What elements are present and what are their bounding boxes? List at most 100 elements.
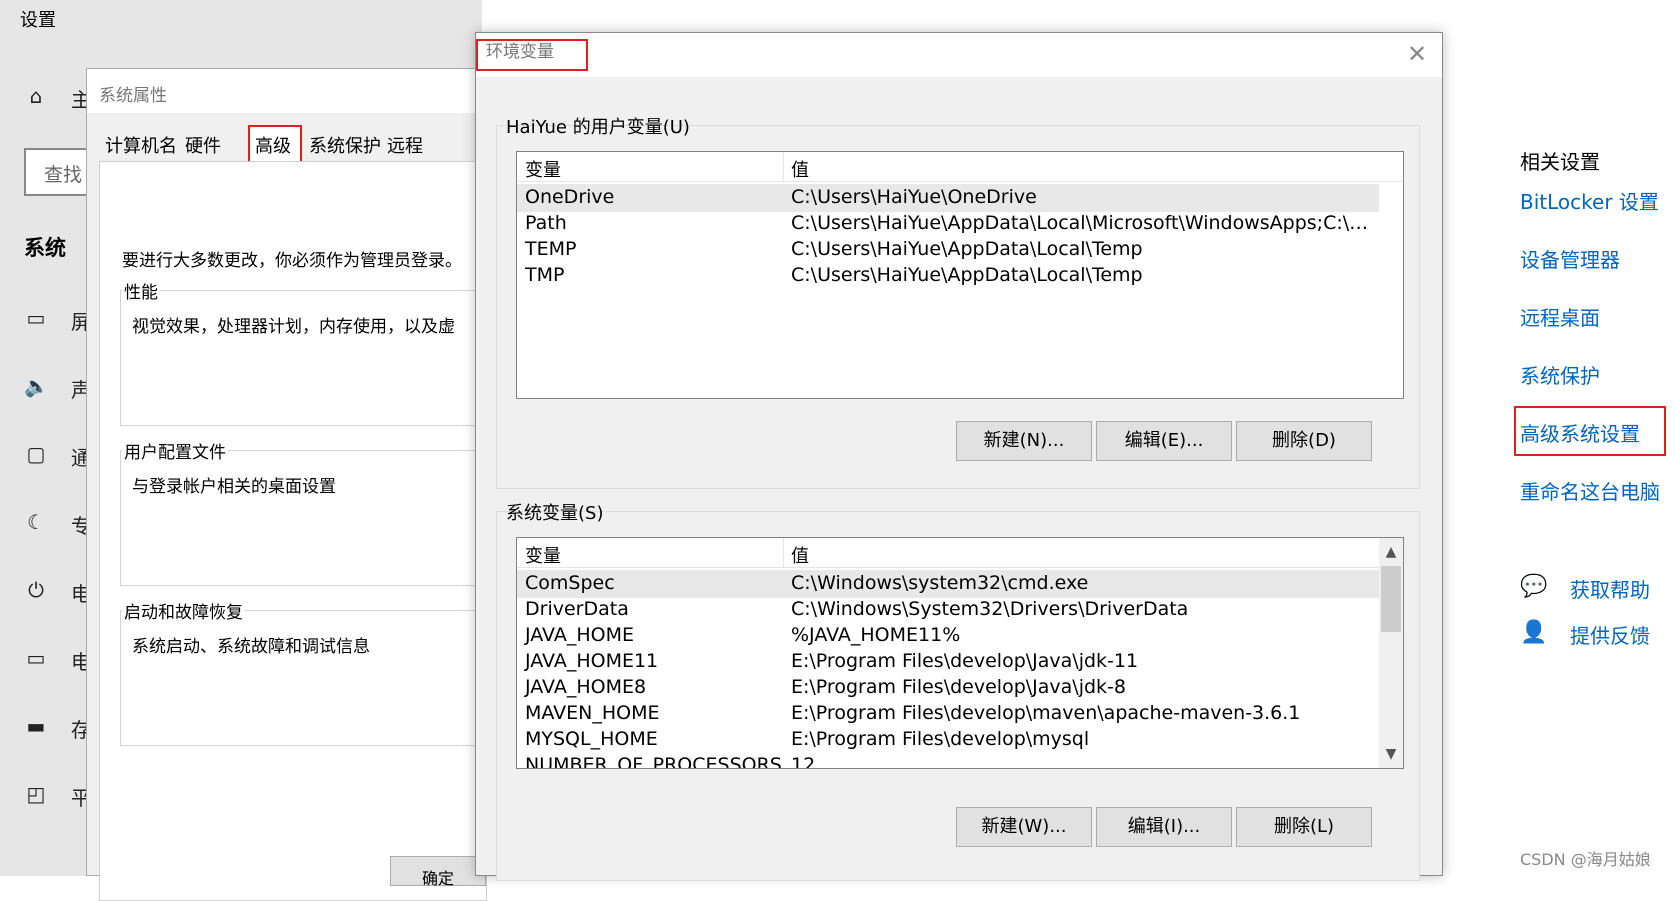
system-new-button[interactable]: 新建(W)...: [956, 807, 1092, 847]
dialog-title: 环境变量: [486, 42, 554, 62]
scrollbar[interactable]: ▲ ▼: [1379, 538, 1403, 768]
help-chat-icon: 💬: [1520, 574, 1548, 599]
tablet-icon[interactable]: ◰: [24, 782, 48, 806]
table-row[interactable]: NUMBER_OF_PROCESSORS 12: [517, 752, 1379, 769]
variable-name: JAVA_HOME8: [525, 676, 647, 698]
variable-name: TEMP: [525, 238, 577, 260]
tab-advanced[interactable]: 高级: [249, 129, 297, 159]
variable-name: TMP: [525, 264, 565, 286]
system-delete-button[interactable]: 删除(L): [1236, 807, 1372, 847]
display-icon[interactable]: ▭: [24, 306, 48, 330]
advanced-system-settings-link[interactable]: 高级系统设置: [1520, 418, 1640, 447]
table-row[interactable]: JAVA_HOME %JAVA_HOME11%: [517, 622, 1379, 650]
user-profiles-group: [120, 450, 490, 586]
focus-moon-icon[interactable]: ☾: [24, 510, 48, 534]
variable-value: E:\Program Files\develop\Java\jdk-8: [791, 676, 1126, 698]
table-row[interactable]: MYSQL_HOME E:\Program Files\develop\mysq…: [517, 726, 1379, 754]
list-header: 变量 值: [517, 152, 1403, 182]
system-variables-list[interactable]: 变量 值 ComSpec C:\Windows\system32\cmd.exe…: [516, 537, 1404, 769]
group-label: 用户配置文件: [122, 438, 228, 463]
table-row[interactable]: OneDrive C:\Users\HaiYue\OneDrive: [517, 184, 1379, 212]
user-variables-label: HaiYue 的用户变量(U): [506, 117, 690, 138]
home-icon[interactable]: ⌂: [24, 84, 48, 108]
environment-variables-dialog: 环境变量 ✕ HaiYue 的用户变量(U) 变量 值 OneDrive C:\…: [475, 32, 1443, 881]
watermark: CSDN @海月姑娘: [1520, 850, 1651, 869]
user-edit-button[interactable]: 编辑(E)...: [1096, 421, 1232, 461]
title-bar[interactable]: 系统属性: [87, 69, 485, 113]
advanced-tab-panel: 要进行大多数更改，你必须作为管理员登录。 性能 视觉效果，处理器计划，内存使用，…: [99, 161, 490, 901]
variable-name: MAVEN_HOME: [525, 702, 660, 724]
remote-desktop-link[interactable]: 远程桌面: [1520, 302, 1600, 331]
notification-icon[interactable]: ▢: [24, 442, 48, 466]
user-delete-button[interactable]: 删除(D): [1236, 421, 1372, 461]
variable-value: C:\Users\HaiYue\AppData\Local\Temp: [791, 238, 1143, 260]
variable-value: E:\Program Files\develop\Java\jdk-11: [791, 650, 1139, 672]
search-input[interactable]: 查找: [24, 148, 94, 196]
bitlocker-link[interactable]: BitLocker 设置: [1520, 186, 1659, 215]
group-label: 性能: [122, 278, 160, 303]
give-feedback-link[interactable]: 提供反馈: [1570, 620, 1650, 649]
scroll-up-icon[interactable]: ▲: [1379, 540, 1403, 564]
settings-title: 设置: [20, 10, 56, 31]
variable-value: %JAVA_HOME11%: [791, 624, 961, 646]
tab-computer-name[interactable]: 计算机名: [99, 129, 183, 159]
admin-notice: 要进行大多数更改，你必须作为管理员登录。: [122, 251, 462, 271]
column-header-value[interactable]: 值: [791, 156, 809, 182]
variable-name: OneDrive: [525, 186, 615, 208]
variable-value: C:\Users\HaiYue\AppData\Local\Microsoft\…: [791, 212, 1371, 234]
variable-name: Path: [525, 212, 567, 234]
user-new-button[interactable]: 新建(N)...: [956, 421, 1092, 461]
variable-value: E:\Program Files\develop\maven\apache-ma…: [791, 702, 1301, 724]
variable-name: ComSpec: [525, 572, 615, 594]
scroll-down-icon[interactable]: ▼: [1379, 742, 1403, 766]
system-variables-label: 系统变量(S): [506, 503, 604, 524]
column-divider[interactable]: [783, 538, 784, 568]
get-help-link[interactable]: 获取帮助: [1570, 574, 1650, 603]
variable-value: C:\Users\HaiYue\OneDrive: [791, 186, 1037, 208]
related-settings-heading: 相关设置: [1520, 150, 1600, 174]
list-header: 变量 值: [517, 538, 1381, 568]
tab-remote[interactable]: 远程: [381, 129, 429, 159]
variable-name: NUMBER_OF_PROCESSORS: [525, 754, 782, 769]
table-row[interactable]: JAVA_HOME8 E:\Program Files\develop\Java…: [517, 674, 1379, 702]
column-divider[interactable]: [783, 152, 784, 182]
sound-icon[interactable]: 🔈: [24, 374, 49, 398]
column-header-value[interactable]: 值: [791, 542, 809, 568]
user-variables-list[interactable]: 变量 值 OneDrive C:\Users\HaiYue\OneDrive P…: [516, 151, 1404, 399]
rename-pc-link[interactable]: 重命名这台电脑: [1520, 476, 1660, 505]
close-icon[interactable]: ✕: [1404, 41, 1430, 67]
startup-recovery-group: [120, 610, 490, 746]
table-row[interactable]: DriverData C:\Windows\System32\Drivers\D…: [517, 596, 1379, 624]
dialog-title: 系统属性: [99, 86, 167, 106]
group-label: 启动和故障恢复: [122, 598, 245, 623]
tab-hardware[interactable]: 硬件: [179, 129, 227, 159]
power-icon[interactable]: ⏻: [24, 578, 48, 602]
scroll-thumb[interactable]: [1381, 566, 1401, 632]
system-protection-link[interactable]: 系统保护: [1520, 360, 1600, 389]
device-manager-link[interactable]: 设备管理器: [1520, 244, 1620, 273]
table-row[interactable]: Path C:\Users\HaiYue\AppData\Local\Micro…: [517, 210, 1379, 238]
battery-icon[interactable]: ▭: [24, 646, 48, 670]
group-description: 视觉效果，处理器计划，内存使用，以及虚: [132, 317, 455, 337]
table-row[interactable]: MAVEN_HOME E:\Program Files\develop\mave…: [517, 700, 1379, 728]
table-row[interactable]: TEMP C:\Users\HaiYue\AppData\Local\Temp: [517, 236, 1379, 264]
table-row[interactable]: TMP C:\Users\HaiYue\AppData\Local\Temp: [517, 262, 1379, 290]
group-description: 系统启动、系统故障和调试信息: [132, 637, 370, 657]
variable-value: E:\Program Files\develop\mysql: [791, 728, 1090, 750]
variable-name: DriverData: [525, 598, 629, 620]
ok-button[interactable]: 确定: [390, 856, 486, 888]
section-heading: 系统: [24, 236, 66, 260]
variable-value: C:\Windows\system32\cmd.exe: [791, 572, 1089, 594]
feedback-person-icon: 👤: [1520, 620, 1548, 645]
storage-icon[interactable]: ▬: [24, 714, 48, 738]
table-row[interactable]: ComSpec C:\Windows\system32\cmd.exe: [517, 570, 1379, 598]
column-header-name[interactable]: 变量: [525, 156, 561, 182]
title-bar[interactable]: 环境变量 ✕: [476, 33, 1442, 77]
system-properties-dialog: 系统属性 计算机名 硬件 高级 系统保护 远程 要进行大多数更改，你必须作为管理…: [86, 68, 490, 901]
column-header-name[interactable]: 变量: [525, 542, 561, 568]
table-row[interactable]: JAVA_HOME11 E:\Program Files\develop\Jav…: [517, 648, 1379, 676]
system-edit-button[interactable]: 编辑(I)...: [1096, 807, 1232, 847]
variable-name: JAVA_HOME: [525, 624, 634, 646]
performance-group: [120, 290, 490, 426]
tab-system-protection[interactable]: 系统保护: [303, 129, 387, 159]
